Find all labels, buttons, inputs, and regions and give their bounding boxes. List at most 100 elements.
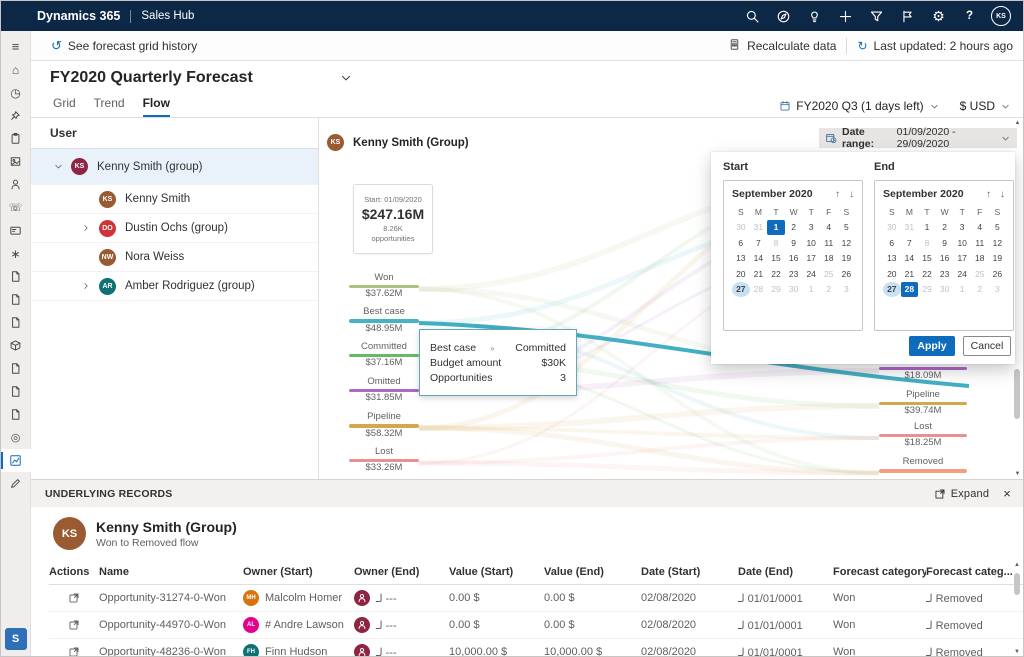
tab-flow[interactable]: Flow [143, 96, 170, 117]
column-header[interactable]: Owner (Start) [243, 566, 354, 578]
calendar-day[interactable]: 31 [750, 220, 768, 236]
calendar-day[interactable]: 7 [750, 235, 768, 251]
flow-node-best-case[interactable]: Best case$48.95M [349, 307, 419, 335]
calendar-day[interactable]: 11 [971, 235, 989, 251]
column-header[interactable]: Forecast category... [833, 566, 926, 578]
flow-node-pipeline[interactable]: Pipeline$58.32M [349, 412, 419, 440]
calendar-day[interactable]: 1 [802, 282, 820, 298]
orders-icon[interactable] [1, 288, 31, 311]
calendar-day[interactable]: 19 [989, 251, 1007, 267]
calendar-day[interactable]: 28 [901, 282, 919, 298]
calendar-day[interactable]: 21 [750, 266, 768, 282]
calendar-day[interactable]: 5 [989, 220, 1007, 236]
calendar-day[interactable]: 18 [820, 251, 838, 267]
guidance-icon[interactable] [768, 1, 799, 31]
calendar-day[interactable]: 11 [820, 235, 838, 251]
calendar-day[interactable]: 13 [883, 251, 901, 267]
table-row[interactable]: Opportunity-48236-0-WonFHFinn Hudsonلـ‎ … [49, 639, 1023, 657]
calendar-day[interactable]: 3 [802, 220, 820, 236]
record-name[interactable]: Opportunity-48236-0-Won [99, 646, 243, 657]
calendar-day[interactable]: 7 [901, 235, 919, 251]
calendar-day[interactable]: 2 [820, 282, 838, 298]
table-row[interactable]: Opportunity-31274-0-WonMHMalcolm Homerلـ… [49, 585, 1023, 612]
calendar-day[interactable]: 4 [820, 220, 838, 236]
column-header[interactable]: Date (End) [738, 566, 833, 578]
calendar-day[interactable]: 9 [936, 235, 954, 251]
calendar-day[interactable]: 15 [918, 251, 936, 267]
settings-icon[interactable]: ⚙ [923, 1, 954, 31]
forecast-history-button[interactable]: ↺ See forecast grid history [51, 38, 197, 54]
dashboards-icon[interactable] [1, 150, 31, 173]
record-name[interactable]: Opportunity-31274-0-Won [99, 592, 243, 604]
calendar-day[interactable]: 19 [838, 251, 856, 267]
calendar-day[interactable]: 25 [820, 266, 838, 282]
table-row[interactable]: Opportunity-44970-0-WonAL# Andre Lawsonل… [49, 612, 1023, 639]
next-month-icon[interactable]: ↓ [1000, 189, 1005, 200]
calendar-day[interactable]: 31 [901, 220, 919, 236]
calendar-day[interactable]: 2 [785, 220, 803, 236]
flow-node-omitted[interactable]: Omitted$31.85M [349, 377, 419, 404]
user-avatar[interactable]: KS [991, 6, 1011, 26]
calendar-day[interactable]: 16 [936, 251, 954, 267]
calendar-day[interactable]: 20 [732, 266, 750, 282]
close-icon[interactable]: × [1003, 486, 1011, 501]
invoices-icon[interactable] [1, 311, 31, 334]
area-switcher-tile[interactable]: S [5, 628, 27, 650]
calendar-day[interactable]: 25 [971, 266, 989, 282]
calendar-day[interactable]: 6 [732, 235, 750, 251]
calendar-day[interactable]: 30 [883, 220, 901, 236]
calendar-day[interactable]: 9 [785, 235, 803, 251]
app-name[interactable]: Sales Hub [141, 10, 194, 22]
calendar-day[interactable]: 17 [802, 251, 820, 267]
calendar-day[interactable]: 10 [802, 235, 820, 251]
currency-selector[interactable]: $ USD [960, 99, 1011, 113]
calendar-day[interactable]: 23 [785, 266, 803, 282]
flag-icon[interactable] [892, 1, 923, 31]
calendar-day[interactable]: 4 [971, 220, 989, 236]
next-month-icon[interactable]: ↓ [849, 189, 854, 200]
apply-button[interactable]: Apply [909, 336, 955, 356]
flow-node-lost[interactable]: Lost$18.25M [879, 422, 967, 449]
calendar-day[interactable]: 8 [918, 235, 936, 251]
calendar-day[interactable]: 18 [971, 251, 989, 267]
scroll-up-icon[interactable]: ▲ [1012, 120, 1023, 126]
tree-row-user[interactable]: NWNora Weiss [31, 243, 318, 272]
calendar-day[interactable]: 29 [767, 282, 785, 298]
activities-icon[interactable] [1, 127, 31, 150]
calendar-day[interactable]: 1 [767, 220, 785, 236]
lightbulb-icon[interactable] [799, 1, 830, 31]
price-lists-icon[interactable] [1, 357, 31, 380]
sales-literature-icon[interactable] [1, 380, 31, 403]
scrollbar-thumb[interactable] [1014, 573, 1020, 595]
campaigns-icon[interactable] [1, 403, 31, 426]
cards-icon[interactable] [1, 219, 31, 242]
tree-row-user[interactable]: KSKenny Smith (group) [31, 149, 318, 185]
recalculate-data-button[interactable]: Recalculate data [728, 38, 836, 54]
column-header[interactable]: Name [99, 566, 243, 578]
open-record-icon[interactable] [49, 592, 99, 604]
column-header[interactable]: Value (Start) [449, 566, 544, 578]
accounts-icon[interactable] [1, 173, 31, 196]
calendar-day[interactable]: 22 [767, 266, 785, 282]
filter-icon[interactable] [861, 1, 892, 31]
calendar-day[interactable]: 15 [767, 251, 785, 267]
calendar-day[interactable]: 12 [838, 235, 856, 251]
calendar-day[interactable]: 1 [953, 282, 971, 298]
calendar-day[interactable]: 27 [883, 282, 901, 298]
flow-node-lost[interactable]: Lost$33.26M [349, 447, 419, 474]
chevron-down-icon[interactable] [51, 161, 65, 172]
calendar-day[interactable]: 28 [750, 282, 768, 298]
prev-month-icon[interactable]: ↑ [835, 189, 840, 200]
chevron-right-icon[interactable] [79, 281, 93, 291]
records-scrollbar[interactable]: ▲ ▼ [1012, 561, 1022, 656]
help-icon[interactable]: ? [954, 1, 985, 31]
record-name[interactable]: Opportunity-44970-0-Won [99, 619, 243, 631]
scrollbar-thumb[interactable] [1014, 369, 1020, 419]
calendar-day[interactable]: 24 [953, 266, 971, 282]
calendar-day[interactable]: 20 [883, 266, 901, 282]
calendar-day[interactable]: 26 [989, 266, 1007, 282]
calendar-day[interactable]: 16 [785, 251, 803, 267]
home-icon[interactable]: ⌂ [1, 58, 31, 81]
calendar-day[interactable]: 17 [953, 251, 971, 267]
contacts-icon[interactable]: ☏ [1, 196, 31, 219]
